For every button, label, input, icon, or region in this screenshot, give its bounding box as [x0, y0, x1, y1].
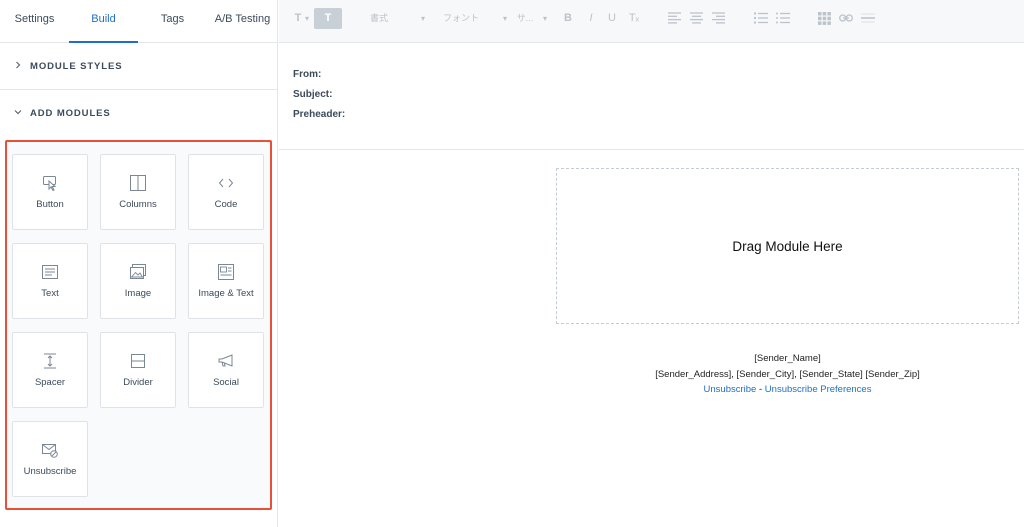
module-image-text[interactable]: Image & Text	[188, 243, 264, 319]
module-divider-label: Divider	[123, 377, 153, 388]
link-separator: -	[756, 384, 765, 395]
underline-button[interactable]: U	[605, 8, 619, 29]
email-builder-app: Settings Build Tags A/B Testing MODULE S…	[0, 0, 1024, 527]
module-divider[interactable]: Divider	[100, 332, 176, 408]
bold-button[interactable]: B	[561, 8, 575, 29]
drop-zone-text: Drag Module Here	[732, 238, 843, 254]
table-icon[interactable]	[818, 12, 831, 25]
module-code-label: Code	[214, 199, 238, 210]
columns-icon	[130, 175, 146, 191]
module-columns-label: Columns	[119, 199, 157, 210]
chevron-right-icon	[14, 61, 24, 72]
preheader-field-label[interactable]: Preheader:	[293, 109, 345, 120]
unordered-list-icon[interactable]	[776, 12, 790, 24]
text-format-button[interactable]: T	[314, 8, 342, 29]
module-image[interactable]: Image	[100, 243, 176, 319]
from-field-label[interactable]: From:	[293, 69, 321, 80]
chevron-down-icon	[14, 108, 24, 119]
megaphone-icon	[218, 354, 233, 367]
align-right-icon[interactable]	[712, 12, 725, 24]
subject-field-label[interactable]: Subject:	[293, 89, 332, 100]
spacer-icon	[44, 353, 56, 369]
add-modules-label: ADD MODULES	[30, 108, 111, 119]
horizontal-rule-icon[interactable]	[861, 13, 875, 23]
sender-name: [Sender_Name]	[754, 353, 821, 364]
module-styles-label: MODULE STYLES	[30, 60, 123, 72]
button-icon	[43, 176, 57, 192]
clear-format-button[interactable]: Tₓ	[626, 8, 642, 29]
size-dropdown-arrow[interactable]: ▾	[541, 8, 549, 29]
link-icon[interactable]	[839, 13, 853, 23]
editor-toolbar: T ▾ T 書式 ▾ フォント ▾ サ... ▾ B I U Tₓ	[279, 0, 1024, 43]
image-text-icon	[218, 264, 234, 280]
modules-grid: Button Columns Code Text Image Image & T…	[5, 140, 272, 510]
module-spacer-label: Spacer	[34, 377, 66, 388]
tab-tags[interactable]: Tags	[138, 0, 207, 43]
module-social-label: Social	[213, 377, 239, 388]
align-left-icon[interactable]	[668, 12, 681, 24]
sidebar: Settings Build Tags A/B Testing MODULE S…	[0, 0, 278, 527]
sidebar-tabs: Settings Build Tags A/B Testing	[0, 0, 278, 43]
email-header-fields: From: Subject: Preheader:	[279, 43, 1024, 150]
module-columns[interactable]: Columns	[100, 154, 176, 230]
unsubscribe-link[interactable]: Unsubscribe	[704, 384, 757, 395]
module-button-label: Button	[36, 199, 64, 210]
add-modules-section[interactable]: ADD MODULES	[0, 90, 278, 137]
module-text[interactable]: Text	[12, 243, 88, 319]
tab-ab-testing[interactable]: A/B Testing	[207, 0, 278, 43]
module-social[interactable]: Social	[188, 332, 264, 408]
module-code[interactable]: Code	[188, 154, 264, 230]
module-spacer[interactable]: Spacer	[12, 332, 88, 408]
text-icon	[42, 265, 58, 279]
style-dropdown[interactable]: 書式	[369, 8, 389, 29]
code-icon	[218, 178, 234, 188]
unsubscribe-mail-icon	[42, 444, 58, 458]
text-color-dropdown-arrow[interactable]: ▾	[303, 8, 311, 29]
sender-address: [Sender_Address], [Sender_City], [Sender…	[655, 369, 920, 380]
unsubscribe-links: Unsubscribe - Unsubscribe Preferences	[556, 384, 1019, 395]
module-unsubscribe-label: Unsubscribe	[23, 466, 77, 477]
unsubscribe-preferences-link[interactable]: Unsubscribe Preferences	[765, 384, 872, 395]
font-dropdown-arrow[interactable]: ▾	[501, 8, 509, 29]
image-icon	[130, 264, 146, 279]
align-center-icon[interactable]	[690, 12, 703, 24]
module-drop-zone[interactable]: Drag Module Here	[556, 168, 1019, 324]
module-unsubscribe[interactable]: Unsubscribe	[12, 421, 88, 497]
size-dropdown[interactable]: サ...	[515, 8, 535, 29]
italic-button[interactable]: I	[584, 8, 598, 29]
style-dropdown-arrow[interactable]: ▾	[419, 8, 427, 29]
module-styles-section[interactable]: MODULE STYLES	[0, 43, 278, 90]
tab-build[interactable]: Build	[69, 0, 138, 43]
module-image-label: Image	[124, 288, 152, 299]
module-button[interactable]: Button	[12, 154, 88, 230]
divider-icon	[131, 354, 145, 368]
ordered-list-icon[interactable]	[754, 12, 768, 24]
module-text-label: Text	[41, 288, 59, 299]
module-image-text-label: Image & Text	[198, 288, 254, 299]
font-dropdown[interactable]: フォント	[441, 8, 481, 29]
tab-settings[interactable]: Settings	[0, 0, 69, 43]
